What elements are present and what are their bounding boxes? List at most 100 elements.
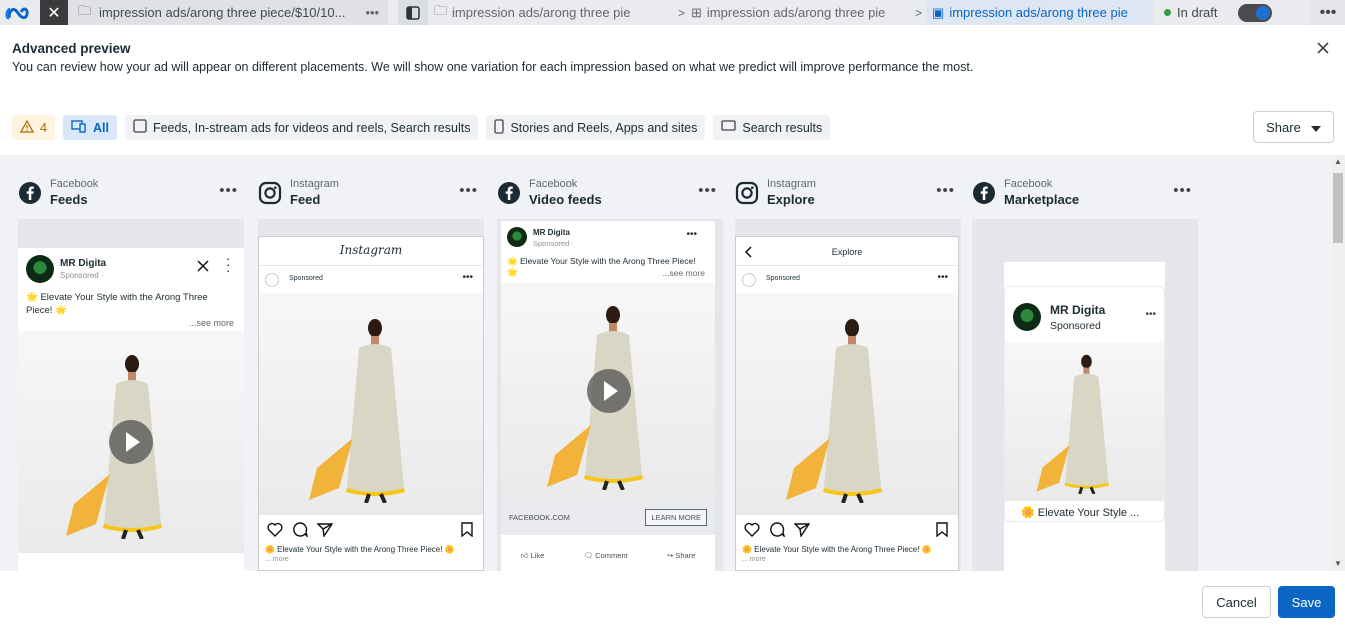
meta-logo-icon[interactable] bbox=[0, 0, 40, 25]
preview-area[interactable]: Facebook Feeds ••• MR Digita Sponsored · … bbox=[0, 155, 1345, 571]
top-bar: ✕ 🗀 impression ads/arong three piece/$10… bbox=[0, 0, 1345, 25]
placement-label: Explore bbox=[767, 191, 815, 207]
marketplace-title: 🌼 Elevate Your Style ... bbox=[1021, 507, 1140, 519]
scrollbar-thumb[interactable] bbox=[1333, 173, 1343, 243]
more-options-icon[interactable]: ••• bbox=[1173, 182, 1192, 199]
ad-image bbox=[259, 293, 483, 515]
share-button[interactable]: Share bbox=[1253, 111, 1334, 143]
status-dot-icon bbox=[1164, 9, 1172, 16]
platform-label: Instagram bbox=[767, 178, 816, 190]
more-menu-icon[interactable]: ••• bbox=[1311, 0, 1345, 25]
comment-icon[interactable] bbox=[769, 522, 785, 537]
share-post-button[interactable]: ↪ Share bbox=[667, 551, 695, 561]
breadcrumb-campaign-label: impression ads/arong three pie bbox=[452, 5, 631, 20]
filter-all[interactable]: All bbox=[62, 115, 117, 140]
preview-frame: Instagram Sponsored ••• 🌼 Elevate Your S… bbox=[258, 219, 484, 571]
more-link[interactable]: ... more bbox=[265, 556, 289, 563]
ad-caption: 🌼 Elevate Your Style with the Arong Thre… bbox=[265, 545, 455, 554]
preview-instagram-feed: Instagram Feed ••• Instagram Sponsored ••… bbox=[258, 155, 484, 571]
sponsored-label: Sponsored bbox=[1050, 320, 1101, 332]
more-options-icon[interactable]: ••• bbox=[459, 182, 478, 199]
more-options-icon[interactable]: ••• bbox=[1145, 309, 1156, 320]
more-options-icon[interactable]: ••• bbox=[937, 272, 948, 283]
facebook-icon bbox=[973, 182, 995, 204]
warning-icon bbox=[19, 119, 35, 136]
filter-search[interactable]: Search results bbox=[713, 115, 831, 140]
bookmark-icon[interactable] bbox=[936, 522, 948, 537]
placement-header: Facebook Marketplace ••• bbox=[972, 176, 1198, 210]
chevron-right-icon: > bbox=[678, 5, 686, 20]
save-button[interactable]: Save bbox=[1278, 586, 1335, 618]
see-more-link[interactable]: ...see more bbox=[189, 318, 234, 328]
more-options-icon[interactable]: ••• bbox=[219, 182, 238, 199]
placement-label: Video feeds bbox=[529, 191, 602, 207]
breadcrumb-ad[interactable]: ▣ impression ads/arong three pie bbox=[926, 0, 1155, 25]
facebook-icon bbox=[19, 182, 41, 204]
cancel-button[interactable]: Cancel bbox=[1202, 586, 1271, 618]
dialog-description: You can review how your ad will appear o… bbox=[12, 60, 974, 74]
ad-image bbox=[1005, 342, 1164, 501]
publish-toggle[interactable] bbox=[1237, 3, 1272, 22]
model-figure bbox=[786, 319, 882, 503]
sidebar-toggle-icon[interactable] bbox=[398, 0, 428, 25]
more-options-icon[interactable]: ••• bbox=[462, 272, 473, 283]
bookmark-icon[interactable] bbox=[461, 522, 473, 537]
filter-stories[interactable]: Stories and Reels, Apps and sites bbox=[486, 115, 706, 140]
thumbs-up-icon: 👍︎ bbox=[520, 551, 529, 560]
ad-caption: 🌟 Elevate Your Style with the Arong Thre… bbox=[26, 292, 208, 316]
filter-feeds[interactable]: Feeds, In-stream ads for videos and reel… bbox=[124, 115, 479, 140]
comment-icon: 🗨︎ bbox=[583, 551, 594, 560]
play-icon[interactable] bbox=[109, 420, 153, 464]
see-more-link[interactable]: ...see more bbox=[662, 268, 705, 278]
breadcrumb-campaign[interactable]: 🗀 impression ads/arong three pie bbox=[428, 0, 678, 25]
campaign-tab[interactable]: 🗀 impression ads/arong three piece/$10/1… bbox=[68, 0, 388, 25]
breadcrumb-ad-label: impression ads/arong three pie bbox=[949, 5, 1128, 20]
more-options-icon[interactable]: ••• bbox=[936, 182, 955, 199]
draft-status: In draft bbox=[1154, 5, 1227, 20]
placement-header: Facebook Video feeds ••• bbox=[497, 176, 723, 210]
devices-icon bbox=[71, 119, 87, 136]
phone-icon bbox=[494, 118, 505, 137]
warnings-chip[interactable]: 4 bbox=[12, 115, 55, 140]
close-dialog-icon[interactable] bbox=[1315, 40, 1331, 56]
share-label: Share bbox=[675, 551, 696, 560]
more-options-icon[interactable]: ••• bbox=[698, 182, 717, 199]
placement-header: Facebook Feeds ••• bbox=[18, 176, 244, 210]
send-icon[interactable] bbox=[794, 522, 810, 537]
dialog-title: Advanced preview bbox=[12, 41, 131, 56]
heart-icon[interactable] bbox=[744, 522, 760, 537]
breadcrumb-adset[interactable]: ⊞ impression ads/arong three pie bbox=[685, 0, 915, 25]
close-icon[interactable] bbox=[197, 260, 209, 272]
preview-facebook-marketplace: Facebook Marketplace ••• MR Digita Sponso… bbox=[972, 155, 1198, 571]
scroll-up-icon[interactable]: ▲ bbox=[1334, 157, 1342, 166]
dialog-header: Advanced preview You can review how your… bbox=[12, 41, 973, 74]
monitor-icon bbox=[721, 120, 737, 135]
close-icon[interactable]: ✕ bbox=[40, 0, 68, 25]
learn-more-button[interactable]: LEARN MORE bbox=[645, 509, 707, 526]
preview-frame: Explore Sponsored ••• 🌼 Elevate Your Sty… bbox=[735, 219, 961, 571]
preview-frame: MR Digita Sponsored · · · · 🌟 Elevate Your… bbox=[18, 219, 244, 571]
vertical-scrollbar[interactable]: ▲ ▼ bbox=[1331, 155, 1345, 571]
dialog-footer bbox=[0, 571, 1345, 629]
preview-frame: MR Digita Sponsored · ••• 🌟 Elevate Your… bbox=[497, 219, 723, 571]
explore-title: Explore bbox=[831, 247, 863, 257]
comment-icon[interactable] bbox=[292, 522, 308, 537]
play-icon[interactable] bbox=[587, 369, 631, 413]
placement-filters: 4 All Feeds, In-stream ads for videos an… bbox=[12, 115, 831, 140]
share-button-label: Share bbox=[1266, 119, 1301, 135]
post-actions: 👍︎ Like 🗨︎ Comment ↪ Share bbox=[501, 551, 715, 561]
more-options-icon[interactable]: ••• bbox=[365, 5, 379, 20]
marketplace-card[interactable]: MR Digita Sponsored ••• 🌼 Elevate Your S… bbox=[1004, 286, 1165, 522]
send-icon[interactable] bbox=[317, 522, 333, 537]
comment-button[interactable]: 🗨︎ Comment bbox=[584, 551, 628, 561]
sponsored-label: Sponsored · bbox=[533, 239, 574, 248]
like-button[interactable]: 👍︎ Like bbox=[521, 551, 545, 561]
kebab-menu-icon[interactable]: · · · bbox=[226, 252, 230, 277]
more-link[interactable]: ... more bbox=[742, 556, 766, 563]
heart-icon[interactable] bbox=[267, 522, 283, 537]
platform-label: Facebook bbox=[50, 178, 99, 190]
ad-image bbox=[18, 331, 244, 553]
more-options-icon[interactable]: ••• bbox=[686, 229, 697, 240]
draft-status-label: In draft bbox=[1177, 5, 1218, 20]
scroll-down-icon[interactable]: ▼ bbox=[1334, 559, 1342, 568]
